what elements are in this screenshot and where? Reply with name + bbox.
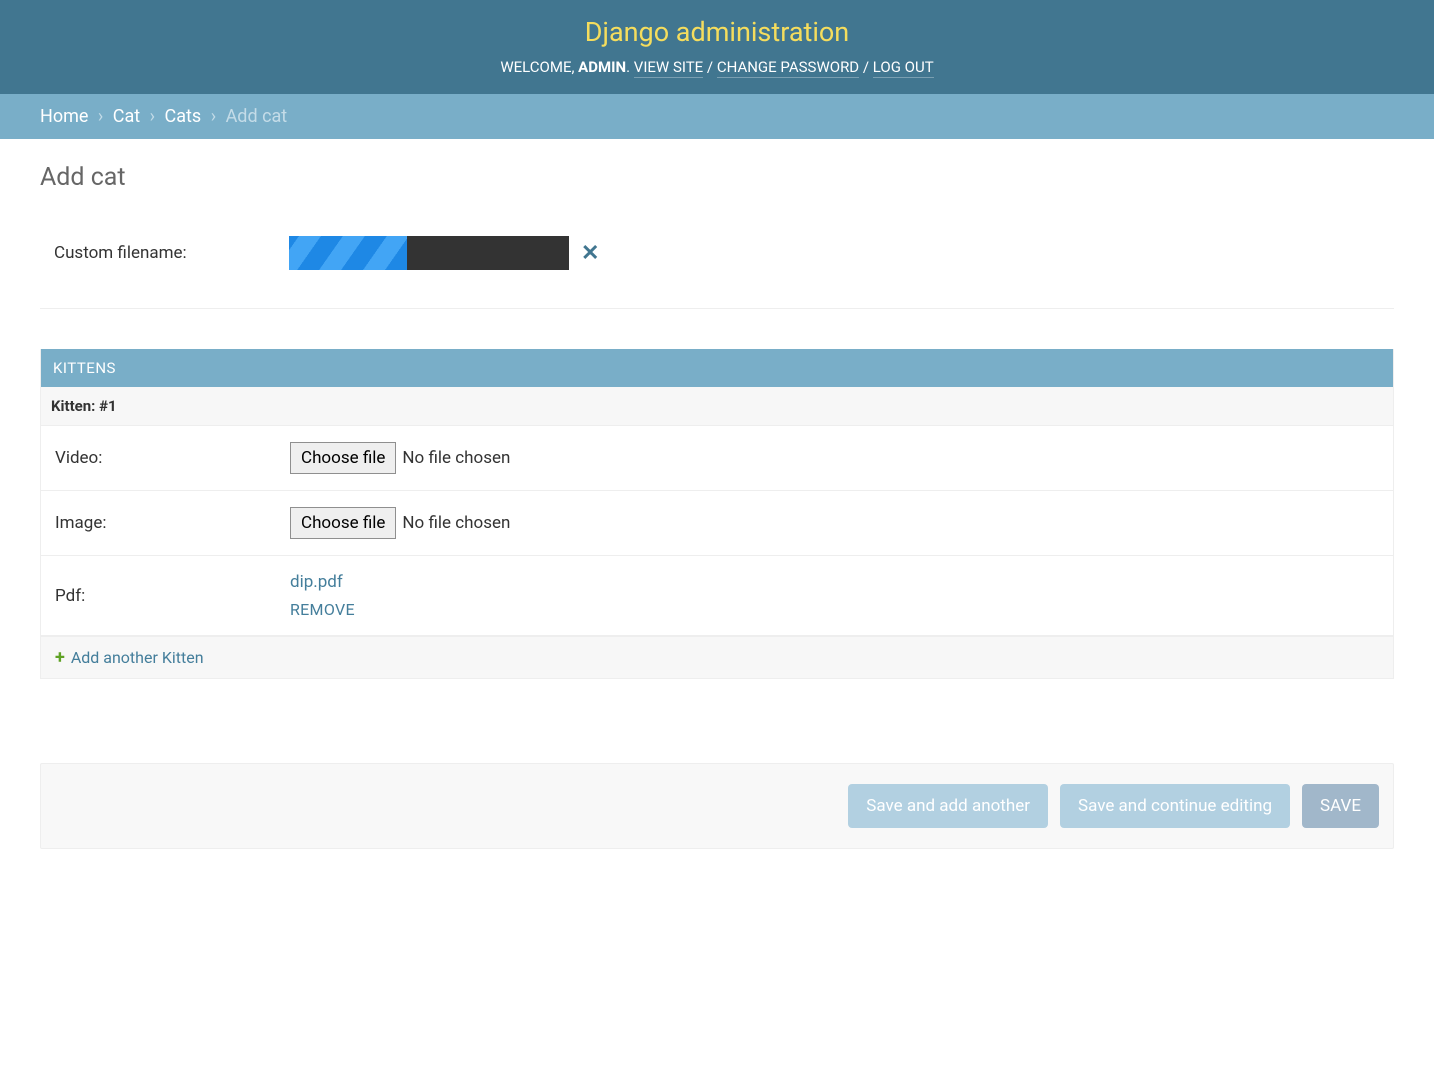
- add-another-row[interactable]: + Add another Kitten: [41, 636, 1393, 678]
- welcome-label: WELCOME,: [500, 58, 578, 76]
- field-row-pdf: Pdf: dip.pdf REMOVE: [41, 556, 1393, 636]
- username: ADMIN: [578, 58, 626, 76]
- image-choose-file-button[interactable]: Choose file: [290, 507, 396, 539]
- separator: /: [859, 58, 873, 76]
- breadcrumb-sep: ›: [145, 106, 160, 127]
- inline-item-title: Kitten: #1: [41, 387, 1393, 426]
- content: Add cat Custom filename: ✕ KITTENS Kitte…: [0, 139, 1434, 909]
- pdf-file-link[interactable]: dip.pdf: [290, 572, 343, 592]
- site-header: Django administration WELCOME, ADMIN. VI…: [0, 0, 1434, 94]
- video-choose-file-button[interactable]: Choose file: [290, 442, 396, 474]
- add-another-link[interactable]: Add another Kitten: [71, 648, 204, 667]
- image-file-status: No file chosen: [402, 513, 510, 533]
- video-label: Video:: [55, 448, 290, 468]
- log-out-link[interactable]: LOG OUT: [873, 58, 934, 78]
- breadcrumb-sep: ›: [93, 106, 108, 127]
- change-password-link[interactable]: CHANGE PASSWORD: [717, 58, 859, 78]
- video-file-status: No file chosen: [402, 448, 510, 468]
- pdf-label: Pdf:: [55, 586, 290, 606]
- cancel-upload-icon[interactable]: ✕: [581, 241, 599, 266]
- submit-row: Save and add another Save and continue e…: [40, 763, 1394, 849]
- breadcrumb: Home › Cat › Cats › Add cat: [0, 94, 1434, 139]
- field-row-video: Video: Choose file No file chosen: [41, 426, 1393, 491]
- breadcrumb-home[interactable]: Home: [40, 106, 88, 127]
- save-continue-button[interactable]: Save and continue editing: [1060, 784, 1290, 828]
- page-title: Add cat: [40, 163, 1394, 192]
- progress-fill: [289, 236, 407, 270]
- save-button[interactable]: SAVE: [1302, 784, 1379, 828]
- save-add-another-button[interactable]: Save and add another: [848, 784, 1048, 828]
- custom-filename-label: Custom filename:: [54, 243, 289, 263]
- plus-icon: +: [55, 647, 65, 668]
- user-tools: WELCOME, ADMIN. VIEW SITE / CHANGE PASSW…: [0, 58, 1434, 76]
- inline-heading: KITTENS: [41, 349, 1393, 387]
- breadcrumb-sep: ›: [206, 106, 221, 127]
- view-site-link[interactable]: VIEW SITE: [634, 58, 703, 78]
- pdf-remove-link[interactable]: REMOVE: [290, 600, 355, 619]
- field-row-image: Image: Choose file No file chosen: [41, 491, 1393, 556]
- upload-progress: ✕: [289, 236, 599, 270]
- breadcrumb-app[interactable]: Cat: [113, 106, 140, 127]
- inline-group-kittens: KITTENS Kitten: #1 Video: Choose file No …: [40, 349, 1394, 679]
- breadcrumb-current: Add cat: [226, 106, 288, 127]
- field-row-custom-filename: Custom filename: ✕: [40, 222, 1394, 284]
- site-title: Django administration: [0, 16, 1434, 48]
- breadcrumb-model[interactable]: Cats: [165, 106, 202, 127]
- image-label: Image:: [55, 513, 290, 533]
- progress-bar: [289, 236, 569, 270]
- separator: /: [703, 58, 717, 76]
- separator-dot: .: [626, 58, 634, 76]
